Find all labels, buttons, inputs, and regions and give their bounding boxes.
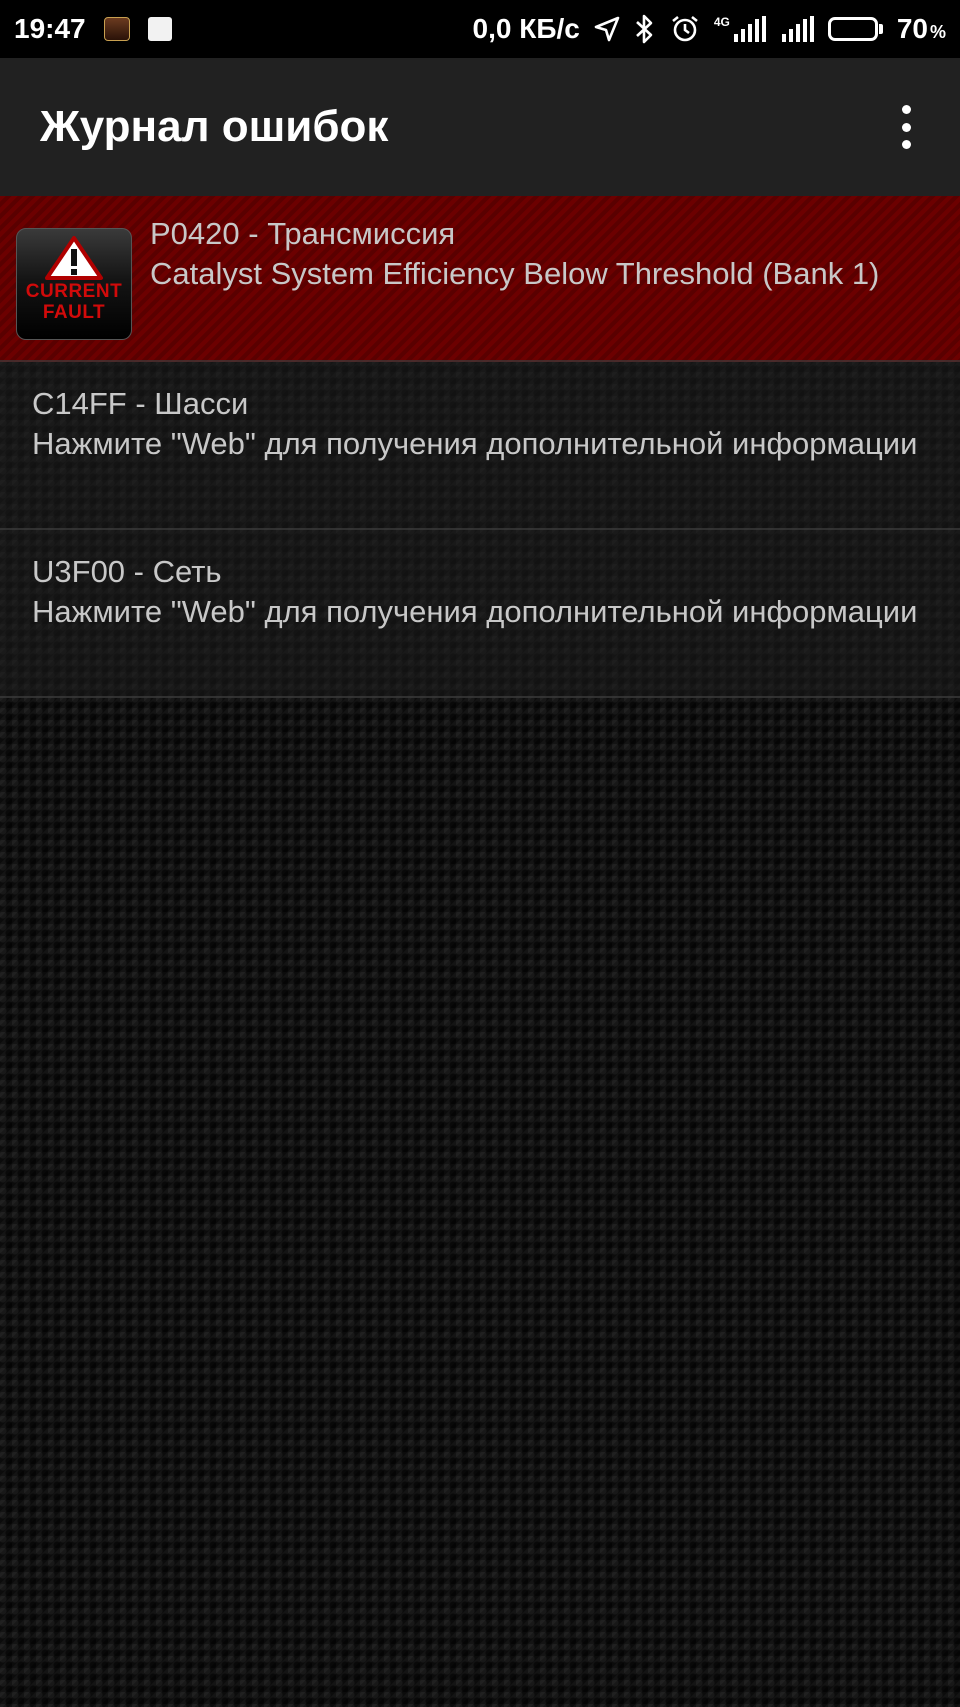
fault-row-c14ff[interactable]: C14FF - Шасси Нажмите "Web" для получени…	[0, 362, 960, 530]
signal-strength-icon	[733, 16, 766, 42]
page-title: Журнал ошибок	[40, 102, 389, 151]
notification-square-icon	[147, 17, 172, 41]
fault-description: Нажмите "Web" для получения дополнительн…	[32, 594, 918, 629]
signal-strength-2-icon	[781, 16, 814, 42]
fault-row-u3f00[interactable]: U3F00 - Сеть Нажмите "Web" для получения…	[0, 530, 960, 698]
overflow-dot-icon	[901, 140, 911, 149]
alarm-clock-icon	[672, 15, 698, 42]
app-notification-icon	[103, 17, 130, 41]
fault-description: Нажмите "Web" для получения дополнительн…	[32, 426, 918, 461]
badge-label-current: CURRENT	[25, 281, 123, 302]
battery-percent: 70	[896, 13, 928, 44]
current-fault-badge: CURRENT FAULT	[16, 228, 132, 340]
fault-code: U3F00 - Сеть	[32, 554, 222, 589]
fault-row-p0420[interactable]: CURRENT FAULT P0420 - Трансмиссия Cataly…	[0, 196, 960, 362]
battery-icon	[827, 17, 883, 41]
status-bar: 19:47 0,0 КБ/с 4G 70 %	[0, 0, 960, 58]
network-speed: 0,0 КБ/с	[472, 13, 580, 44]
battery-percent-sign: %	[929, 22, 946, 42]
signal-4g-group: 4G	[714, 16, 766, 42]
overflow-dot-icon	[901, 105, 911, 114]
bluetooth-icon	[635, 14, 653, 44]
location-arrow-icon	[594, 16, 620, 42]
fault-code: P0420 - Трансмиссия	[150, 216, 456, 251]
status-time: 19:47	[14, 13, 86, 44]
fault-list: CURRENT FAULT P0420 - Трансмиссия Cataly…	[0, 196, 960, 698]
fault-code: C14FF - Шасси	[32, 386, 249, 421]
app-bar: Журнал ошибок	[0, 58, 960, 196]
warning-triangle-icon	[45, 236, 103, 280]
fault-description: Catalyst System Efficiency Below Thresho…	[150, 256, 880, 291]
badge-label-fault: FAULT	[42, 302, 106, 323]
overflow-dot-icon	[901, 122, 911, 132]
network-type: 4G	[713, 15, 730, 29]
overflow-menu-button[interactable]	[898, 105, 914, 149]
